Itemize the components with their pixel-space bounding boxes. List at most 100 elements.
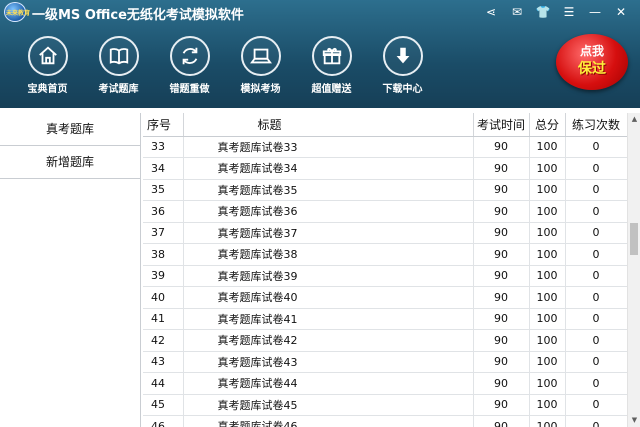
cell-practice-count: 0	[565, 394, 627, 416]
minimize-icon[interactable]: —	[582, 2, 608, 22]
column-header-index[interactable]: 序号	[143, 113, 184, 137]
cell-total-score: 100	[529, 157, 566, 180]
cell-index: 37	[143, 222, 184, 244]
cell-exam-time: 90	[473, 329, 530, 352]
cell-total-score: 100	[529, 308, 566, 330]
cell-title: 真考题库试卷45	[183, 394, 474, 416]
cell-title: 真考题库试卷41	[183, 308, 474, 330]
table-row[interactable]: 42 真考题库试卷42 90 100 0	[143, 329, 627, 352]
cell-index: 34	[143, 157, 184, 180]
column-header-total-score[interactable]: 总分	[529, 113, 566, 137]
cell-total-score: 100	[529, 136, 566, 158]
cell-exam-time: 90	[473, 200, 530, 223]
nav-item-gifts[interactable]: 超值赠送	[296, 36, 367, 95]
cell-title: 真考题库试卷37	[183, 222, 474, 244]
app-header: 未来教育 一级MS Office无纸化考试模拟软件 ⋖ ✉ 👕 ☰ — ✕ 宝典…	[0, 0, 640, 108]
table-row[interactable]: 33 真考题库试卷33 90 100 0	[143, 136, 627, 158]
cell-practice-count: 0	[565, 308, 627, 330]
menu-icon[interactable]: ☰	[556, 2, 582, 22]
laptop-icon	[240, 36, 281, 76]
table-row[interactable]: 46 真考题库试卷46 90 100 0	[143, 415, 627, 427]
table-row[interactable]: 40 真考题库试卷40 90 100 0	[143, 286, 627, 309]
table-header-row: 序号 标题 考试时间 总分 练习次数	[143, 113, 627, 137]
email-icon[interactable]: ✉	[504, 2, 530, 22]
cell-total-score: 100	[529, 415, 566, 427]
cell-practice-count: 0	[565, 222, 627, 244]
cell-total-score: 100	[529, 351, 566, 373]
cell-practice-count: 0	[565, 200, 627, 223]
nav-item-redo-mistakes[interactable]: 错题重做	[154, 36, 225, 95]
download-icon	[382, 36, 423, 76]
cell-title: 真考题库试卷35	[183, 179, 474, 201]
cell-exam-time: 90	[473, 372, 530, 395]
cell-index: 40	[143, 286, 184, 309]
cell-total-score: 100	[529, 329, 566, 352]
sidebar-item-new-bank[interactable]: 新增题库	[0, 146, 140, 179]
nav-item-home[interactable]: 宝典首页	[12, 36, 83, 95]
cell-exam-time: 90	[473, 286, 530, 309]
table-row[interactable]: 34 真考题库试卷34 90 100 0	[143, 157, 627, 180]
sidebar-item-real-exam-bank[interactable]: 真考题库	[0, 113, 140, 146]
table-row[interactable]: 36 真考题库试卷36 90 100 0	[143, 200, 627, 223]
vertical-scrollbar[interactable]: ▲ ▼	[627, 113, 640, 427]
exam-list-table: 序号 标题 考试时间 总分 练习次数 33 真考题库试卷33 90 100 0 34 真考题…	[143, 113, 627, 427]
table-row[interactable]: 41 真考题库试卷41 90 100 0	[143, 308, 627, 330]
share-icon[interactable]: ⋖	[478, 2, 504, 22]
cell-index: 41	[143, 308, 184, 330]
cell-index: 43	[143, 351, 184, 373]
cell-index: 44	[143, 372, 184, 395]
cell-exam-time: 90	[473, 222, 530, 244]
cell-exam-time: 90	[473, 136, 530, 158]
column-header-practice-count[interactable]: 练习次数	[565, 113, 627, 137]
cell-practice-count: 0	[565, 286, 627, 309]
cell-exam-time: 90	[473, 308, 530, 330]
cell-index: 42	[143, 329, 184, 352]
column-header-exam-time[interactable]: 考试时间	[473, 113, 530, 137]
cell-practice-count: 0	[565, 265, 627, 287]
table-row[interactable]: 44 真考题库试卷44 90 100 0	[143, 372, 627, 395]
sidebar: 真考题库 新增题库	[0, 113, 141, 427]
nav-item-mock-exam[interactable]: 模拟考场	[225, 36, 296, 95]
nav-item-label: 模拟考场	[240, 84, 281, 95]
cell-title: 真考题库试卷39	[183, 265, 474, 287]
cell-title: 真考题库试卷34	[183, 157, 474, 180]
scroll-up-arrow-icon[interactable]: ▲	[628, 113, 640, 126]
cell-total-score: 100	[529, 179, 566, 201]
cell-title: 真考题库试卷44	[183, 372, 474, 395]
cell-practice-count: 0	[565, 351, 627, 373]
nav-item-question-bank[interactable]: 考试题库	[83, 36, 154, 95]
cell-total-score: 100	[529, 265, 566, 287]
cell-total-score: 100	[529, 222, 566, 244]
title-bar: 未来教育 一级MS Office无纸化考试模拟软件 ⋖ ✉ 👕 ☰ — ✕	[0, 0, 640, 24]
column-header-title[interactable]: 标题	[183, 113, 474, 137]
table-row[interactable]: 39 真考题库试卷39 90 100 0	[143, 265, 627, 287]
main-nav: 宝典首页 考试题库 错题重做 模拟考场 超值赠送 下载中心	[12, 36, 438, 95]
cell-title: 真考题库试卷33	[183, 136, 474, 158]
cell-total-score: 100	[529, 200, 566, 223]
cell-title: 真考题库试卷42	[183, 329, 474, 352]
nav-item-label: 下载中心	[382, 84, 423, 95]
book-icon	[98, 36, 139, 76]
window-controls: ⋖ ✉ 👕 ☰ — ✕	[478, 2, 634, 22]
table-row[interactable]: 35 真考题库试卷35 90 100 0	[143, 179, 627, 201]
nav-item-label: 超值赠送	[311, 84, 352, 95]
cell-practice-count: 0	[565, 157, 627, 180]
skin-icon[interactable]: 👕	[530, 2, 556, 22]
table-row[interactable]: 37 真考题库试卷37 90 100 0	[143, 222, 627, 244]
scroll-thumb[interactable]	[630, 223, 638, 255]
close-icon[interactable]: ✕	[608, 2, 634, 22]
nav-item-download-center[interactable]: 下载中心	[367, 36, 438, 95]
cell-index: 36	[143, 200, 184, 223]
cell-title: 真考题库试卷43	[183, 351, 474, 373]
cell-practice-count: 0	[565, 372, 627, 395]
app-title: 一级MS Office无纸化考试模拟软件	[32, 8, 244, 23]
scroll-down-arrow-icon[interactable]: ▼	[628, 414, 640, 427]
cell-index: 35	[143, 179, 184, 201]
table-row[interactable]: 43 真考题库试卷43 90 100 0	[143, 351, 627, 373]
promo-badge-button[interactable]: 点我 保过	[556, 34, 628, 90]
cell-total-score: 100	[529, 243, 566, 266]
cell-title: 真考题库试卷40	[183, 286, 474, 309]
table-row[interactable]: 38 真考题库试卷38 90 100 0	[143, 243, 627, 266]
table-row[interactable]: 45 真考题库试卷45 90 100 0	[143, 394, 627, 416]
nav-item-label: 错题重做	[169, 84, 210, 95]
